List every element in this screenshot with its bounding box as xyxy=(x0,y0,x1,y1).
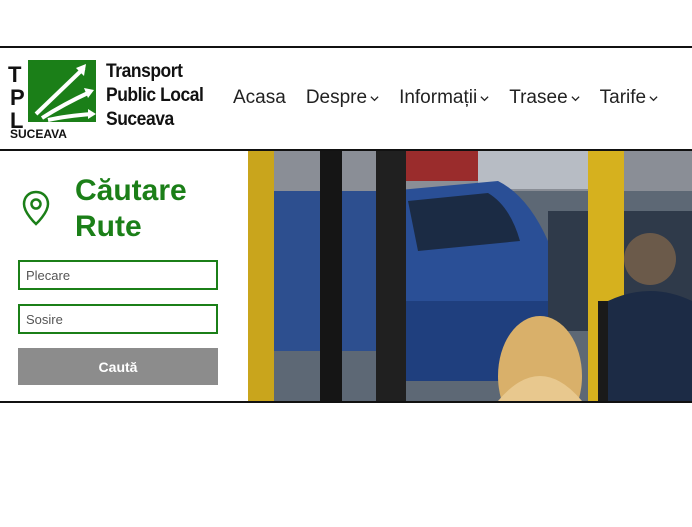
title-line: Rute xyxy=(75,210,142,243)
nav-item-acasa[interactable]: Acasa xyxy=(233,87,286,109)
map-pin-icon xyxy=(22,190,50,226)
tpl-logo[interactable]: T P L SUCEAVA xyxy=(8,58,98,140)
nav-item-label: Trasee xyxy=(509,87,568,108)
chevron-down-icon xyxy=(370,95,379,101)
brand-line: Suceava xyxy=(106,109,174,130)
route-search-title: Căutare Rute xyxy=(75,173,187,245)
logo-letter-p: P xyxy=(10,85,25,110)
arrival-field xyxy=(18,304,218,334)
arrival-input[interactable] xyxy=(20,306,216,332)
nav-item-label: Tarife xyxy=(599,87,647,108)
chevron-down-icon xyxy=(649,95,658,101)
title-line: Căutare xyxy=(75,174,187,207)
bus-scene-image xyxy=(248,151,692,401)
nav-item-informatii[interactable]: Informații xyxy=(399,87,489,109)
departure-field xyxy=(18,260,218,290)
logo-letter-t: T xyxy=(8,62,22,87)
chevron-down-icon xyxy=(480,95,489,101)
nav-item-label: Despre xyxy=(305,87,368,108)
departure-input[interactable] xyxy=(20,262,216,288)
nav-item-label: Acasa xyxy=(233,87,286,108)
logo-city-label: SUCEAVA xyxy=(10,127,67,140)
chevron-down-icon xyxy=(571,95,580,101)
main-nav: Acasa Despre Informații Trasee Tarife xyxy=(233,87,658,109)
site-header: T P L SUCEAVA Transport Public Local Suc… xyxy=(0,48,692,149)
nav-item-label: Informații xyxy=(399,87,478,108)
brand-name[interactable]: Transport Public Local Suceava xyxy=(106,60,212,132)
nav-item-despre[interactable]: Despre xyxy=(306,87,379,109)
route-search-panel: Căutare Rute Caută xyxy=(0,151,248,401)
hero-bus-photo xyxy=(248,151,692,401)
search-button[interactable]: Caută xyxy=(18,348,218,385)
nav-item-tarife[interactable]: Tarife xyxy=(600,87,658,109)
nav-item-trasee[interactable]: Trasee xyxy=(509,87,580,109)
brand-line: Public Local xyxy=(106,85,204,106)
brand-line: Transport xyxy=(106,61,183,82)
hero-bottom-border xyxy=(0,401,692,403)
